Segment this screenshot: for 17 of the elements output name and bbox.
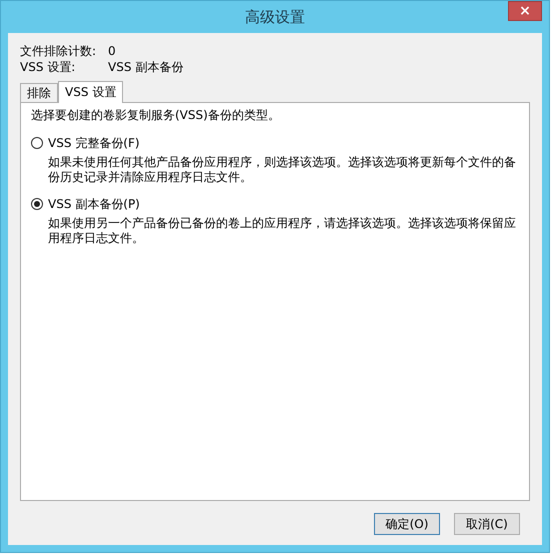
field-label: 文件排除计数:: [20, 43, 98, 59]
field-value: 0: [108, 43, 116, 59]
option-label[interactable]: VSS 副本备份(P): [48, 195, 140, 213]
radio-button[interactable]: [31, 137, 43, 149]
intro-text: 选择要创建的卷影复制服务(VSS)备份的类型。: [31, 107, 281, 124]
field-label: VSS 设置:: [20, 59, 76, 75]
option-description: 如果未使用任何其他产品备份应用程序，则选择该选项。选择该选项将更新每个文件的备份历史记录并清除应用程序日志文件。: [48, 155, 517, 185]
tab[interactable]: 排除: [20, 83, 58, 102]
option-description: 如果使用另一个产品备份已备份的卷上的应用程序，请选择该选项。选择该选项将保留应用程序日志文件。: [48, 216, 517, 246]
ok-button[interactable]: 确定(O): [374, 513, 440, 535]
tab[interactable]: VSS 设置: [58, 81, 124, 103]
close-button[interactable]: ×: [508, 1, 542, 21]
radio-button[interactable]: [31, 198, 43, 210]
option-label[interactable]: VSS 完整备份(F): [48, 134, 140, 152]
window-title: 高级设置: [245, 6, 305, 28]
field-value: VSS 副本备份: [108, 59, 184, 75]
cancel-button[interactable]: 取消(C): [454, 513, 520, 535]
